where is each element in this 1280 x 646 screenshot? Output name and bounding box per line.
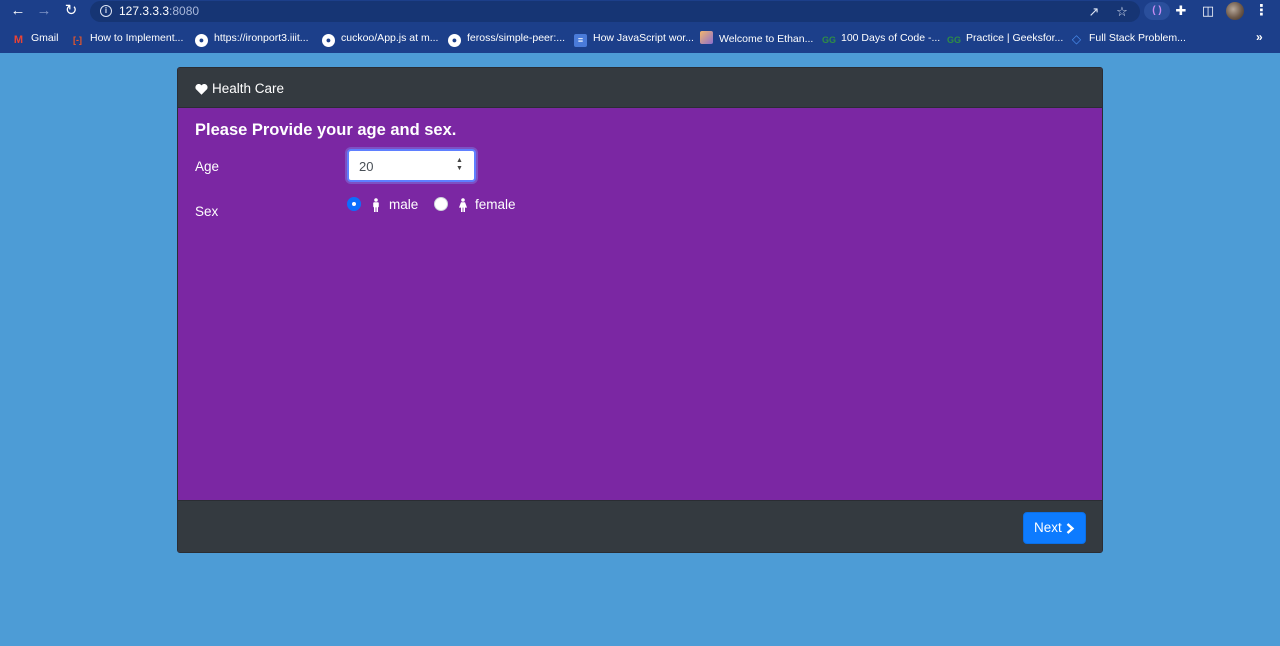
profile-avatar[interactable] <box>1226 2 1244 20</box>
next-label: Next <box>1034 520 1062 535</box>
back-arrow-icon[interactable]: ← <box>8 2 28 20</box>
image-icon <box>700 31 713 44</box>
share-icon[interactable]: ↗ <box>1086 4 1102 20</box>
forward-arrow-icon[interactable]: → <box>34 2 54 20</box>
chevron-right-icon <box>1066 523 1075 534</box>
address-bar[interactable]: i 127.3.3.3:8080 ↗ ☆ <box>90 1 1140 22</box>
gmail-icon: M <box>13 34 24 46</box>
brand-title: Health Care <box>212 81 285 96</box>
globe-icon: ● <box>195 34 208 47</box>
extensions-puzzle-icon[interactable]: ✚ <box>1172 2 1190 20</box>
bookmark-full-stack[interactable]: ◇ Full Stack Problem... <box>1070 31 1186 46</box>
bookmarks-bar: M Gmail [-] How to Implement... ● https://i… <box>0 23 1280 53</box>
female-radio[interactable] <box>434 197 448 211</box>
age-input[interactable]: 20 ▲ ▼ <box>347 149 476 182</box>
female-label[interactable]: female <box>475 197 516 213</box>
browser-toolbar: ← → ↻ i 127.3.3.3:8080 ↗ ☆ ( ) ✚ ◫ ⋮ <box>0 0 1280 23</box>
github-icon: ● <box>448 34 461 47</box>
question-heading: Please Provide your age and sex. <box>195 121 457 139</box>
menu-kebab-icon[interactable]: ⋮ <box>1254 2 1269 20</box>
code-icon: [-] <box>73 35 82 45</box>
next-button[interactable]: Next <box>1023 512 1086 544</box>
sex-label: Sex <box>195 204 219 219</box>
site-info-icon[interactable]: i <box>100 5 112 17</box>
extension-icon[interactable]: ( ) <box>1144 2 1170 20</box>
bookmarks-overflow-icon[interactable]: » <box>1256 30 1263 44</box>
bookmark-gmail[interactable]: M Gmail <box>12 31 59 46</box>
male-label[interactable]: male <box>389 197 418 213</box>
bookmark-ironport[interactable]: ● https://ironport3.iiit... <box>195 31 309 47</box>
geeksforgeeks-icon: GG <box>947 35 962 45</box>
age-spinner[interactable]: ▲ ▼ <box>455 157 464 174</box>
bookmark-simple-peer[interactable]: ● feross/simple-peer:... <box>448 31 565 47</box>
health-care-card: Health Care Please Provide your age and … <box>177 67 1103 553</box>
geeksforgeeks-icon: GG <box>822 35 837 45</box>
card-body: Please Provide your age and sex. Age 20 … <box>178 109 1102 500</box>
heart-icon <box>195 83 208 95</box>
document-icon: ≡ <box>574 34 587 47</box>
brand[interactable]: Health Care <box>195 80 284 97</box>
female-icon <box>459 198 467 212</box>
bookmark-how-to-implement[interactable]: [-] How to Implement... <box>71 31 183 45</box>
male-radio[interactable] <box>347 197 361 211</box>
age-value: 20 <box>359 159 374 174</box>
bookmark-cuckoo[interactable]: ● cuckoo/App.js at m... <box>322 31 438 47</box>
address-url[interactable]: 127.3.3.3:8080 <box>119 4 199 19</box>
bookmark-star-icon[interactable]: ☆ <box>1114 4 1130 20</box>
bookmark-how-javascript[interactable]: ≡ How JavaScript wor... <box>574 31 694 47</box>
reload-icon[interactable]: ↻ <box>61 2 81 20</box>
card-header: Health Care <box>178 68 1102 108</box>
bookmark-welcome-ethan[interactable]: Welcome to Ethan... <box>700 31 813 45</box>
male-icon <box>373 198 379 212</box>
diamond-icon: ◇ <box>1071 32 1082 46</box>
age-label: Age <box>195 159 220 174</box>
bookmark-100-days[interactable]: GG 100 Days of Code -... <box>822 31 940 45</box>
side-panel-icon[interactable]: ◫ <box>1199 2 1217 20</box>
bookmark-practice-gfg[interactable]: GG Practice | Geeksfor... <box>947 31 1063 45</box>
github-icon: ● <box>322 34 335 47</box>
card-footer: Next <box>178 500 1102 552</box>
